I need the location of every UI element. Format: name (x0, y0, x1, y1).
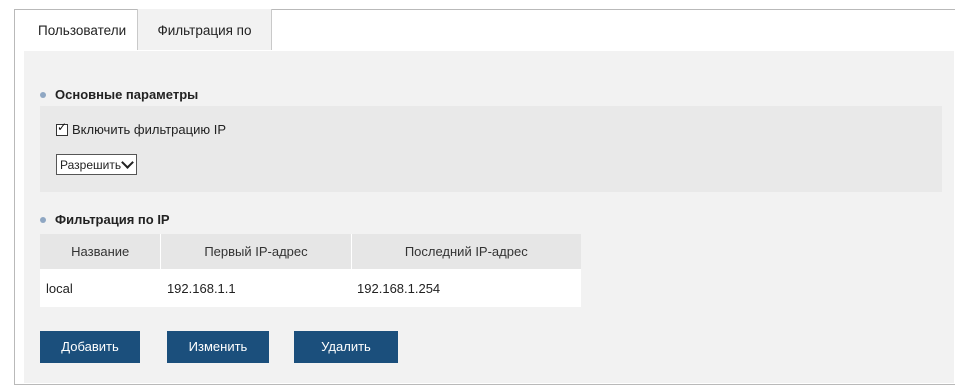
cell-name: local (40, 269, 161, 307)
basic-settings-box (40, 106, 942, 192)
tab-content-panel: Основные параметры ✓ Включить фильтрацию… (24, 51, 954, 383)
cell-last-ip: 192.168.1.254 (351, 269, 581, 307)
column-header-first-ip: Первый IP-адрес (160, 234, 352, 269)
column-header-last-ip: Последний IP-адрес (351, 234, 581, 269)
table-row[interactable]: local 192.168.1.1 192.168.1.254 (40, 269, 581, 307)
section-basic-title-text: Основные параметры (55, 87, 199, 102)
section-ip-filter-title: Фильтрация по IP (40, 212, 170, 227)
enable-ip-filter-checkbox[interactable]: ✓ (56, 120, 68, 136)
tab-ip-filter[interactable]: Фильтрация по IP (137, 9, 272, 82)
column-header-name: Название (40, 234, 162, 269)
checkmark-icon: ✓ (57, 119, 68, 134)
filter-mode-value: Разрешить (60, 157, 122, 172)
chevron-down-icon (121, 156, 134, 169)
cell-first-ip: 192.168.1.1 (160, 269, 352, 307)
enable-ip-filter-label: Включить фильтрацию IP (72, 122, 226, 137)
section-basic-title: Основные параметры (40, 87, 198, 102)
bullet-icon (40, 216, 46, 223)
edit-button[interactable]: Изменить (167, 331, 269, 363)
enable-ip-filter-row: ✓ Включить фильтрацию IP (56, 120, 226, 137)
delete-button[interactable]: Удалить (294, 331, 398, 363)
table-header-row: Название Первый IP-адрес Последний IP-ад… (40, 234, 581, 269)
bullet-icon (40, 91, 46, 98)
filter-mode-select[interactable]: Разрешить (56, 154, 137, 175)
section-ip-filter-title-text: Фильтрация по IP (55, 212, 170, 227)
tab-users[interactable]: Пользователи (24, 9, 137, 50)
ip-filter-table: Название Первый IP-адрес Последний IP-ад… (40, 234, 581, 307)
add-button[interactable]: Добавить (40, 331, 140, 363)
tab-bar: Пользователи Фильтрация по IP (24, 9, 272, 82)
